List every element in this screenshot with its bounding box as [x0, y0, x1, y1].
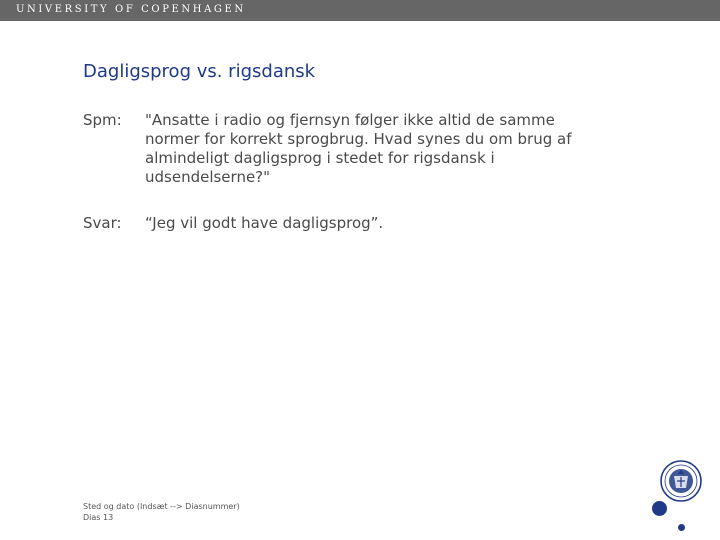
decorative-dot-small [678, 524, 685, 531]
university-name: UNIVERSITY OF COPENHAGEN [16, 4, 246, 15]
header-bar: UNIVERSITY OF COPENHAGEN [0, 0, 720, 21]
question-block: Spm: "Ansatte i radio og fjernsyn følger… [83, 111, 603, 187]
slide-title: Dagligsprog vs. rigsdansk [83, 61, 316, 82]
slide-number: Dias 13 [83, 513, 114, 522]
answer-label: Svar: [83, 214, 122, 232]
footer-date-place: Sted og dato (Indsæt --> Diasnummer) [83, 502, 240, 511]
decorative-dot-large [652, 501, 667, 516]
answer-block: Svar: “Jeg vil godt have dagligsprog”. [83, 214, 603, 233]
question-label: Spm: [83, 111, 122, 129]
university-seal-icon [660, 460, 702, 502]
answer-text: “Jeg vil godt have dagligsprog”. [145, 214, 384, 232]
slide-footer: Sted og dato (Indsæt --> Diasnummer) Dia… [83, 501, 240, 523]
question-text: "Ansatte i radio og fjernsyn følger ikke… [145, 111, 572, 186]
